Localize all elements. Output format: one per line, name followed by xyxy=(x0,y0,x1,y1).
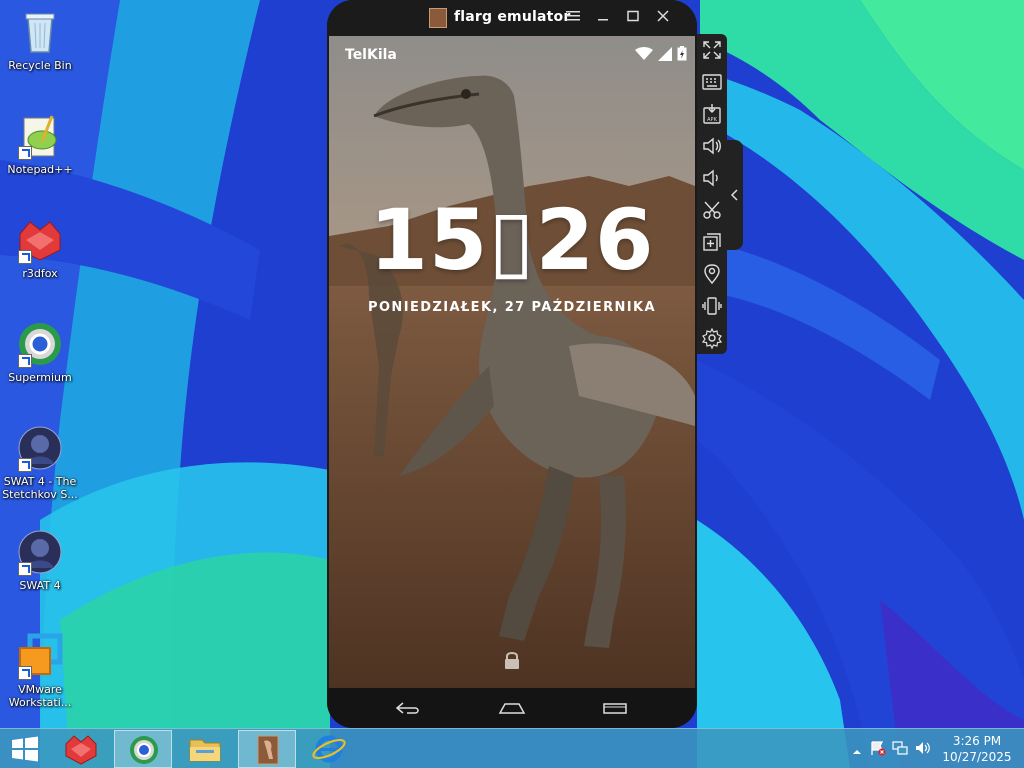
chevron-up-icon xyxy=(853,750,861,754)
lock-screen-clock: 15▯26 xyxy=(369,191,655,289)
shortcut-arrow-icon xyxy=(18,146,32,160)
system-tray: 3:26 PM 10/27/2025 xyxy=(844,729,1024,768)
vmware-workstation-icon xyxy=(16,632,64,680)
minimize-icon xyxy=(598,19,608,21)
menu-button[interactable] xyxy=(563,8,583,28)
lock-screen-wallpaper-image xyxy=(329,36,695,688)
maximize-button[interactable] xyxy=(623,8,643,28)
home-icon xyxy=(498,703,526,714)
swat4-icon xyxy=(16,528,64,576)
desktop-icon-notepad-plus-plus[interactable]: Notepad++ xyxy=(0,112,80,176)
r3dfox-icon xyxy=(16,216,64,264)
speaker-icon xyxy=(916,742,930,754)
network-icon xyxy=(892,741,908,755)
supermium-icon xyxy=(130,736,158,764)
volume-down-icon xyxy=(703,169,718,187)
home-button[interactable] xyxy=(498,700,526,719)
android-lock-screen[interactable]: TelKila 15▯26 PONIEDZIAŁEK, 27 PAŹDZIERN… xyxy=(329,36,695,688)
volume-down-button[interactable] xyxy=(700,166,724,190)
supermium-icon xyxy=(16,320,64,368)
location-icon xyxy=(704,264,720,285)
lock-icon[interactable] xyxy=(503,650,521,670)
desktop-icon-swat4-stetchkov[interactable]: SWAT 4 - The Stetchkov S... xyxy=(0,424,80,501)
lock-screen-date: PONIEDZIAŁEK, 27 PAŹDZIERNIKA xyxy=(368,300,656,315)
android-nav-bar xyxy=(327,688,697,728)
carrier-name: TelKila xyxy=(345,47,397,63)
fullscreen-button[interactable] xyxy=(700,38,724,62)
settings-icon xyxy=(701,327,723,350)
chevron-left-icon xyxy=(730,189,738,201)
minimize-button[interactable] xyxy=(593,8,613,28)
taskbar-flarg-emulator[interactable] xyxy=(238,730,296,768)
keyboard-button[interactable] xyxy=(700,70,724,94)
flarg-emulator-app-icon xyxy=(429,8,447,28)
windows-taskbar: 3:26 PM 10/27/2025 xyxy=(0,728,1024,768)
windows-logo-icon xyxy=(12,736,38,762)
notepad-plus-plus-icon xyxy=(16,112,64,160)
desktop-icon-vmware[interactable]: VMware Workstati... xyxy=(0,632,80,709)
internet-explorer-icon xyxy=(312,735,346,763)
back-icon xyxy=(395,702,419,714)
recycle-bin-icon xyxy=(16,8,64,56)
back-button[interactable] xyxy=(395,700,421,719)
network-button[interactable] xyxy=(892,740,908,760)
taskbar-file-explorer[interactable] xyxy=(176,730,234,768)
wifi-icon xyxy=(635,46,653,60)
shake-icon xyxy=(702,297,722,315)
menu-icon xyxy=(566,11,580,21)
location-button[interactable] xyxy=(700,262,724,286)
file-explorer-icon xyxy=(189,739,221,762)
screenshot-cut-button[interactable] xyxy=(700,198,724,222)
flarg-emulator-icon xyxy=(257,735,279,765)
maximize-icon xyxy=(627,10,639,22)
settings-button[interactable] xyxy=(700,326,724,350)
toolbar-collapse-button[interactable] xyxy=(727,140,743,250)
taskbar-supermium[interactable] xyxy=(114,730,172,768)
show-hidden-icons-button[interactable] xyxy=(852,742,862,761)
add-window-button[interactable] xyxy=(700,230,724,254)
close-icon xyxy=(657,10,669,22)
scissors-icon xyxy=(703,201,721,219)
shortcut-arrow-icon xyxy=(18,458,32,472)
emulator-side-toolbar: APK xyxy=(697,34,727,354)
r3dfox-icon xyxy=(65,735,97,765)
desktop-icon-supermium[interactable]: Supermium xyxy=(0,320,80,384)
keyboard-icon xyxy=(702,74,722,90)
shake-button[interactable] xyxy=(700,294,724,318)
status-icons xyxy=(635,46,687,61)
signal-icon xyxy=(658,46,672,61)
flag-alert-icon xyxy=(871,741,886,756)
desktop-icon-r3dfox[interactable]: r3dfox xyxy=(0,216,80,280)
taskbar-internet-explorer[interactable] xyxy=(300,730,358,768)
swat4-stetchkov-icon xyxy=(16,424,64,472)
shortcut-arrow-icon xyxy=(18,666,32,680)
start-button[interactable] xyxy=(0,730,50,768)
desktop-icon-swat4[interactable]: SWAT 4 xyxy=(0,528,80,592)
fullscreen-icon xyxy=(703,41,721,59)
clock-time: 3:26 PM xyxy=(952,734,1002,748)
volume-up-button[interactable] xyxy=(700,134,724,158)
apk-install-icon: APK xyxy=(703,104,721,124)
shortcut-arrow-icon xyxy=(18,250,32,264)
apk-install-button[interactable]: APK xyxy=(700,102,724,126)
shortcut-arrow-icon xyxy=(18,562,32,576)
emulator-title-bar[interactable]: flarg emulator xyxy=(327,0,697,36)
battery-icon xyxy=(677,46,687,61)
volume-button[interactable] xyxy=(914,740,930,760)
shortcut-arrow-icon xyxy=(18,354,32,368)
add-window-icon xyxy=(703,233,721,251)
emulator-window: flarg emulator TelKila 15▯26 PONIEDZIAŁE… xyxy=(327,0,697,728)
close-button[interactable] xyxy=(653,8,673,28)
action-center-button[interactable] xyxy=(870,740,886,760)
clock-date: 10/27/2025 xyxy=(942,750,1012,764)
taskbar-clock[interactable]: 3:26 PM 10/27/2025 xyxy=(942,733,1012,765)
volume-up-icon xyxy=(703,137,721,155)
recents-button[interactable] xyxy=(602,700,628,719)
svg-text:APK: APK xyxy=(707,117,717,123)
taskbar-r3dfox[interactable] xyxy=(52,730,110,768)
emulator-title: flarg emulator xyxy=(454,9,571,25)
recents-icon xyxy=(603,703,627,714)
desktop-icon-recycle-bin[interactable]: Recycle Bin xyxy=(0,8,80,72)
